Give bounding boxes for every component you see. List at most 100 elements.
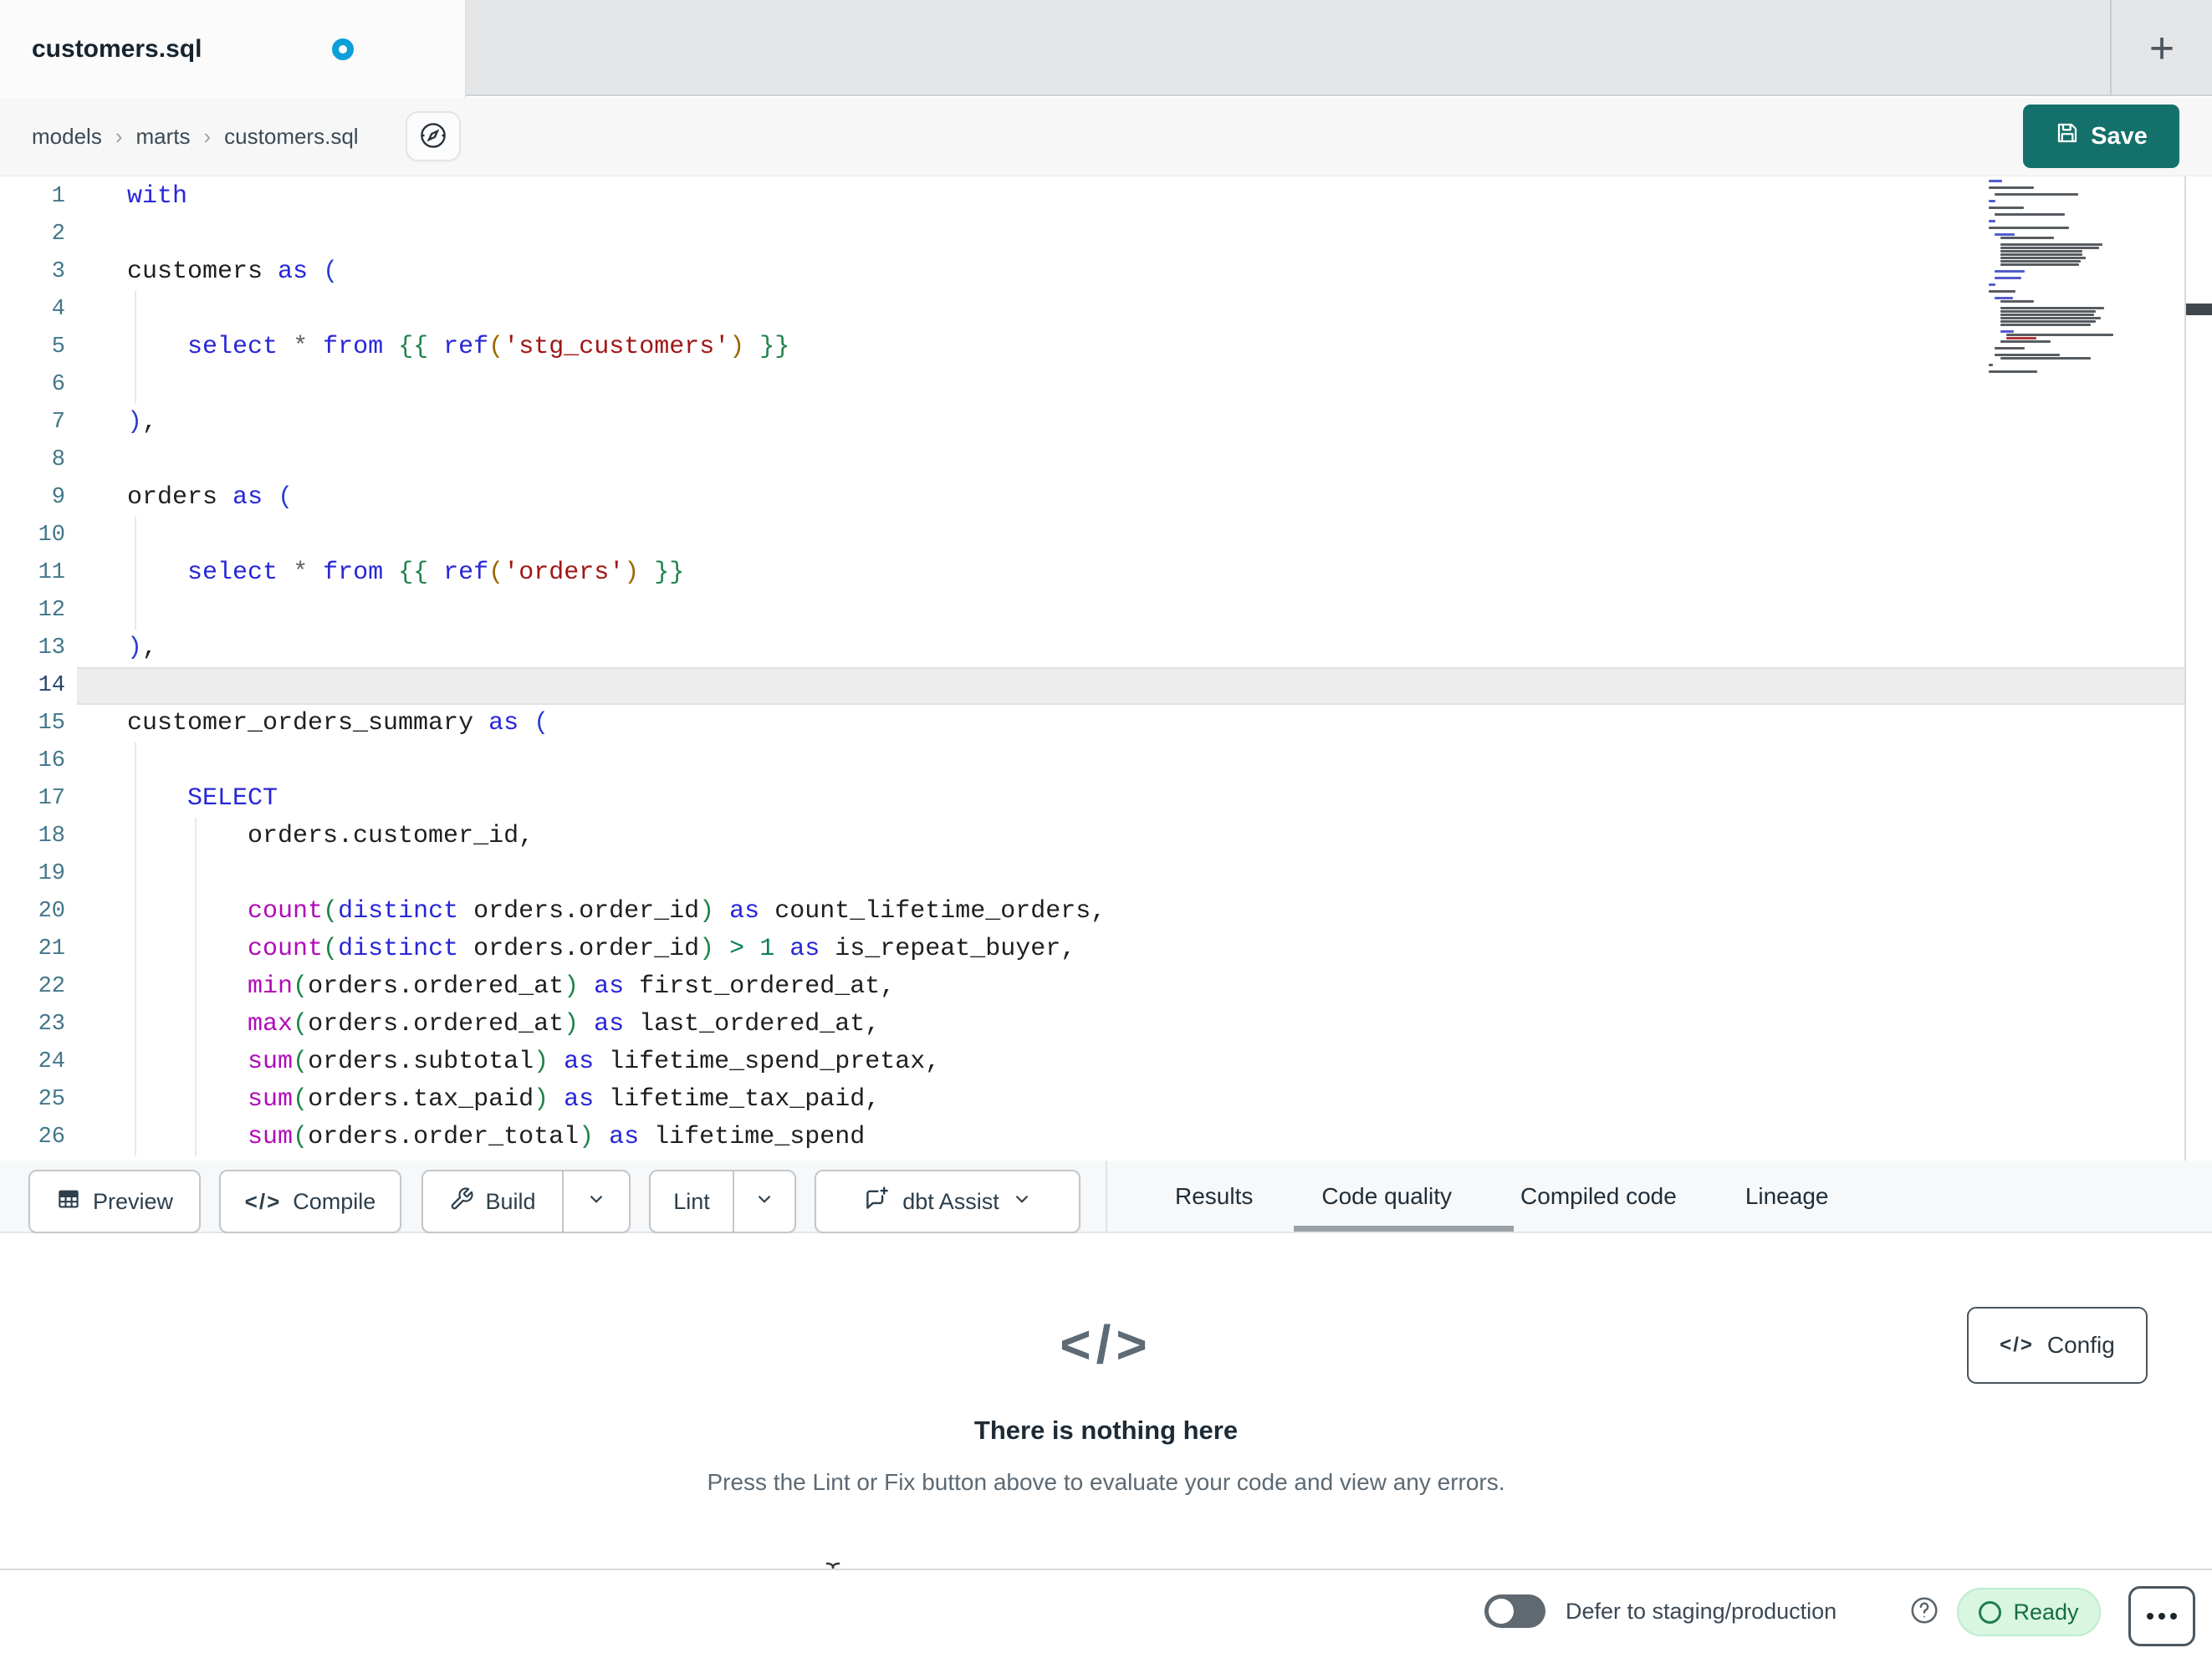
tab-lineage[interactable]: Lineage <box>1745 1183 1829 1210</box>
code-line-21[interactable]: 21 count(distinct orders.order_id) > 1 a… <box>0 931 2212 968</box>
line-content: ), <box>127 408 158 436</box>
code-line-13[interactable]: 13), <box>0 630 2212 667</box>
minimap-line <box>1995 347 2025 349</box>
line-number: 9 <box>51 485 65 510</box>
code-line-15[interactable]: 15 customer_orders_summary as ( <box>0 705 2212 742</box>
chevron-down-icon <box>754 1188 775 1216</box>
code-line-18[interactable]: 18 orders.customer_id, <box>0 818 2212 855</box>
minimap[interactable] <box>1989 180 2116 380</box>
indent-guide <box>135 291 136 329</box>
indent-guide <box>195 855 197 893</box>
help-icon[interactable] <box>1908 1594 1940 1626</box>
assist-chat-icon <box>862 1185 891 1219</box>
line-number: 19 <box>38 861 65 886</box>
minimap-line <box>1989 186 2034 189</box>
code-line-23[interactable]: 23 max(orders.ordered_at) as last_ordere… <box>0 1006 2212 1043</box>
file-explore-button[interactable] <box>406 111 461 161</box>
code-line-2[interactable]: 2 <box>0 216 2212 253</box>
minimap-line <box>2000 257 2086 259</box>
tab-code-quality[interactable]: Code quality <box>1321 1183 1452 1210</box>
file-tab-title: customers.sql <box>32 34 202 63</box>
line-number: 12 <box>38 598 65 623</box>
minimap-line <box>1989 227 2069 229</box>
build-split-button: Build <box>421 1170 631 1233</box>
tab-results[interactable]: Results <box>1175 1183 1253 1210</box>
line-content: orders as ( <box>127 483 294 512</box>
defer-label: Defer to staging/production <box>1566 1599 1837 1624</box>
minimap-line <box>2000 314 2094 316</box>
line-content: min(orders.ordered_at) as first_ordered_… <box>248 972 896 1001</box>
breadcrumb-item-customers-sql[interactable]: customers.sql <box>224 124 358 150</box>
code-line-5[interactable]: 5 select * from {{ ref('stg_customers') … <box>0 329 2212 366</box>
dot-icon <box>2158 1613 2165 1620</box>
more-options-button[interactable] <box>2128 1586 2195 1646</box>
line-number: 13 <box>38 635 65 661</box>
code-line-17[interactable]: 17 SELECT <box>0 780 2212 818</box>
minimap-line <box>2006 337 2036 339</box>
minimap-line <box>1989 364 1993 366</box>
editor-scrollbar[interactable] <box>2184 176 2212 1161</box>
line-content: sum(orders.order_total) as lifetime_spen… <box>248 1123 866 1151</box>
code-line-9[interactable]: 9 orders as ( <box>0 479 2212 517</box>
code-line-14[interactable]: 14 <box>0 667 2212 705</box>
minimap-line <box>1995 193 2078 196</box>
new-tab-button[interactable]: + <box>2112 0 2212 96</box>
minimap-line <box>2000 310 2096 313</box>
line-number: 23 <box>38 1012 65 1037</box>
code-line-16[interactable]: 16 <box>0 742 2212 780</box>
line-number: 16 <box>38 748 65 773</box>
code-line-19[interactable]: 19 <box>0 855 2212 893</box>
lint-dropdown-button[interactable] <box>733 1171 794 1232</box>
line-number: 20 <box>38 899 65 924</box>
code-icon: </> <box>1060 1314 1152 1375</box>
code-line-10[interactable]: 10 <box>0 517 2212 554</box>
minimap-line <box>2000 300 2034 303</box>
minimap-line <box>1989 207 2024 209</box>
status-ready-badge[interactable]: Ready <box>1957 1588 2101 1636</box>
active-tab-underline <box>1294 1226 1514 1232</box>
code-line-22[interactable]: 22 min(orders.ordered_at) as first_order… <box>0 968 2212 1006</box>
code-line-3[interactable]: 3 customers as ( <box>0 253 2212 291</box>
code-line-24[interactable]: 24 sum(orders.subtotal) as lifetime_spen… <box>0 1043 2212 1081</box>
build-button[interactable]: Build <box>423 1171 562 1232</box>
minimap-line <box>2000 263 2079 266</box>
preview-button[interactable]: Preview <box>28 1170 201 1233</box>
minimap-line <box>1995 354 2060 356</box>
save-button[interactable]: Save <box>2023 105 2179 168</box>
code-line-1[interactable]: 1 with <box>0 178 2212 216</box>
code-line-4[interactable]: 4 <box>0 291 2212 329</box>
code-line-11[interactable]: 11 select * from {{ ref('orders') }} <box>0 554 2212 592</box>
line-content: customers as ( <box>127 258 339 286</box>
line-number: 11 <box>38 560 65 585</box>
toolbar-panel-divider <box>1106 1161 1107 1232</box>
code-line-12[interactable]: 12 <box>0 592 2212 630</box>
code-line-25[interactable]: 25 sum(orders.tax_paid) as lifetime_tax_… <box>0 1081 2212 1119</box>
line-number: 22 <box>38 974 65 999</box>
ready-circle-icon <box>1979 1600 2002 1624</box>
breadcrumb-item-marts[interactable]: marts <box>136 124 191 150</box>
code-line-8[interactable]: 8 <box>0 441 2212 479</box>
minimap-line <box>2000 247 2099 249</box>
editor-scrollbar-thumb[interactable] <box>2186 304 2212 315</box>
save-button-label: Save <box>2091 122 2148 150</box>
lint-button[interactable]: Lint <box>651 1171 733 1232</box>
toggle-knob <box>1489 1599 1514 1624</box>
defer-toggle[interactable] <box>1484 1594 1545 1628</box>
build-dropdown-button[interactable] <box>562 1171 629 1232</box>
code-editor[interactable]: 1 with 2 3 customers as (4 5 select * from {{… <box>0 176 2212 1161</box>
indent-guide <box>135 517 136 554</box>
file-tab-customers-sql[interactable]: customers.sql <box>0 0 466 98</box>
preview-button-label: Preview <box>92 1188 174 1214</box>
line-content: orders.customer_id, <box>127 822 534 850</box>
minimap-line <box>2000 317 2101 319</box>
compile-button[interactable]: </> Compile <box>219 1170 401 1233</box>
code-line-26[interactable]: 26 sum(orders.order_total) as lifetime_s… <box>0 1119 2212 1156</box>
code-line-7[interactable]: 7), <box>0 404 2212 441</box>
breadcrumb-item-models[interactable]: models <box>32 124 102 150</box>
code-line-20[interactable]: 20 count(distinct orders.order_id) as co… <box>0 893 2212 931</box>
line-number: 21 <box>38 936 65 962</box>
code-line-6[interactable]: 6 <box>0 366 2212 404</box>
config-button[interactable]: </> Config <box>1967 1307 2148 1384</box>
dbt-assist-button[interactable]: dbt Assist <box>815 1170 1080 1233</box>
tab-compiled-code[interactable]: Compiled code <box>1520 1183 1677 1210</box>
